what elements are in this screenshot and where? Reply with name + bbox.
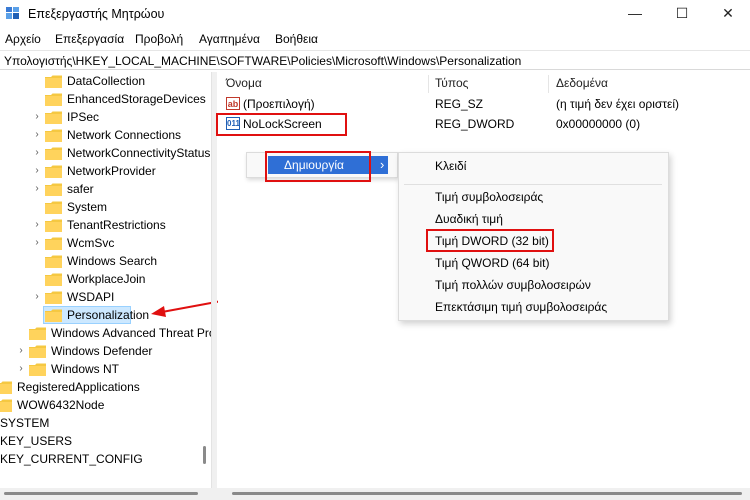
value-type: REG_DWORD [435, 117, 515, 131]
tree-item-label: IPSec [67, 110, 100, 124]
horizontal-scrollbar[interactable] [0, 488, 750, 500]
folder-icon [0, 399, 12, 412]
menu-view[interactable]: Προβολή [135, 32, 183, 46]
highlight-create [265, 151, 371, 182]
tree-item-label: WOW6432Node [17, 398, 105, 412]
string-value-icon: ab [226, 97, 240, 110]
menu-item-multi-string-value[interactable]: Τιμή πολλών συμβολοσειρών [435, 278, 591, 292]
chevron-right-icon[interactable]: › [16, 342, 26, 360]
chevron-right-icon[interactable]: › [32, 144, 42, 162]
list-scroll-thumb[interactable] [232, 492, 742, 495]
chevron-right-icon[interactable]: › [16, 360, 26, 378]
menu-edit[interactable]: Επεξεργασία [55, 32, 124, 46]
chevron-right-icon[interactable]: › [32, 216, 42, 234]
tree-item-label: TenantRestrictions [67, 218, 166, 232]
tree-item-label: Windows Defender [51, 344, 153, 358]
folder-icon [45, 219, 62, 232]
minimize-button[interactable]: — [612, 0, 658, 28]
menu-item-expandable-string-value[interactable]: Επεκτάσιμη τιμή συμβολοσειράς [435, 300, 607, 314]
folder-icon [45, 201, 62, 214]
column-divider[interactable] [548, 75, 549, 93]
tree-scrollbar[interactable] [203, 446, 206, 464]
chevron-right-icon[interactable]: › [32, 108, 42, 126]
folder-icon [45, 129, 62, 142]
tree-item-label: EnhancedStorageDevices [67, 92, 206, 106]
column-name-header[interactable]: Όνομα [226, 72, 262, 94]
tree-item-label: System [67, 200, 108, 214]
tree-item-label: SYSTEM [0, 416, 50, 430]
folder-icon [45, 183, 62, 196]
folder-icon [45, 93, 62, 106]
title-bar: Επεξεργαστής Μητρώου — ☐ ✕ [0, 0, 750, 28]
registry-editor-icon [6, 7, 19, 19]
tree-scroll-thumb[interactable] [4, 492, 198, 495]
value-data: 0x00000000 (0) [556, 117, 641, 131]
tree-item-label: Network Connections [67, 128, 182, 142]
folder-icon [45, 147, 62, 160]
folder-open-icon [45, 309, 62, 322]
maximize-button[interactable]: ☐ [659, 0, 705, 28]
menu-item-key[interactable]: Κλειδί [435, 159, 466, 173]
column-type-header[interactable]: Τύπος [435, 72, 468, 94]
tree-item-label: NetworkConnectivityStatusIndicator [67, 146, 211, 160]
menu-bar: Αρχείο Επεξεργασία Προβολή Αγαπημένα Βοή… [0, 29, 750, 49]
chevron-right-icon: › [380, 157, 385, 172]
window-title: Επεξεργαστής Μητρώου [28, 7, 165, 21]
tree-item-label: NetworkProvider [67, 164, 156, 178]
tree-item-label: Windows Search [67, 254, 158, 268]
tree-item-label: Windows NT [51, 362, 120, 376]
chevron-right-icon[interactable]: › [32, 162, 42, 180]
column-data-header[interactable]: Δεδομένα [556, 72, 608, 94]
tree-item-label: safer [67, 182, 94, 196]
tree-item-label: Windows Advanced Threat Protection [51, 326, 211, 340]
value-data: (η τιμή δεν έχει οριστεί) [556, 97, 680, 111]
folder-icon [45, 165, 62, 178]
folder-icon [45, 111, 62, 124]
menu-item-qword-value[interactable]: Τιμή QWORD (64 bit) [435, 256, 549, 270]
tree-item-label: DataCollection [67, 74, 146, 88]
tree-item-label: KEY_USERS [0, 434, 73, 448]
folder-icon [45, 237, 62, 250]
address-path[interactable]: Υπολογιστής\HKEY_LOCAL_MACHINE\SOFTWARE\… [4, 54, 521, 68]
menu-favorites[interactable]: Αγαπημένα [199, 32, 260, 46]
address-bar[interactable]: Υπολογιστής\HKEY_LOCAL_MACHINE\SOFTWARE\… [0, 50, 750, 70]
value-row[interactable]: ab (Προεπιλογή) REG_SZ (η τιμή δεν έχει … [218, 94, 750, 114]
folder-icon [0, 381, 12, 394]
chevron-right-icon[interactable]: › [32, 126, 42, 144]
chevron-right-icon[interactable]: › [32, 288, 42, 306]
tree-item-label: KEY_CURRENT_CONFIG [0, 452, 143, 466]
menu-item-binary-value[interactable]: Δυαδική τιμή [435, 212, 503, 226]
tree-item-label: RegisteredApplications [17, 380, 140, 394]
folder-icon [45, 255, 62, 268]
chevron-right-icon[interactable]: › [32, 234, 42, 252]
column-divider[interactable] [428, 75, 429, 93]
folder-icon [29, 363, 46, 376]
folder-icon [45, 273, 62, 286]
tree-pane: DataCollection EnhancedStorageDevices › I… [0, 72, 211, 500]
folder-icon [45, 291, 62, 304]
close-button[interactable]: ✕ [705, 0, 750, 28]
folder-icon [29, 327, 46, 340]
highlight-nolockscreen [216, 113, 347, 136]
folder-icon [45, 75, 62, 88]
folder-icon [29, 345, 46, 358]
highlight-dword [426, 229, 554, 252]
pane-splitter[interactable] [211, 72, 217, 500]
menu-separator [404, 184, 662, 185]
chevron-right-icon[interactable]: › [32, 180, 42, 198]
tree-item-label: WcmSvc [67, 236, 115, 250]
value-name: (Προεπιλογή) [243, 97, 315, 111]
menu-help[interactable]: Βοήθεια [275, 32, 318, 46]
menu-file[interactable]: Αρχείο [5, 32, 41, 46]
menu-item-string-value[interactable]: Τιμή συμβολοσειράς [435, 190, 543, 204]
tree-item-label: Personalization [67, 308, 150, 322]
tree-item-label: WSDAPI [67, 290, 115, 304]
value-type: REG_SZ [435, 97, 484, 111]
tree-item-label: WorkplaceJoin [67, 272, 146, 286]
